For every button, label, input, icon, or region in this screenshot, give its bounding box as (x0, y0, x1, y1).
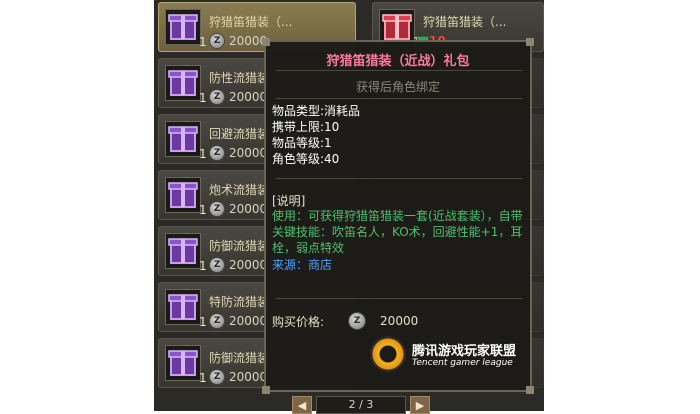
tooltip-title: 狩猎笛猎装（近战）礼包 (326, 54, 470, 69)
item-quantity: 1 (199, 35, 207, 49)
item-price: Z 20000 (209, 257, 267, 273)
char-level-label: 角色等级: (272, 152, 325, 166)
item-price: Z 20000 (209, 201, 267, 217)
logo-text-en: Tencent gamer league (412, 358, 513, 368)
item-price-value: 20000 (229, 258, 268, 272)
tooltip-attributes: 物品类型:消耗品 携带上限:10 物品等级:1 角色等级:40 (272, 103, 360, 167)
zenny-coin-icon: Z (209, 145, 225, 161)
gift-box-icon (165, 121, 201, 157)
logo-text-cn: 腾讯游戏玩家联盟 (412, 344, 517, 359)
tooltip-corner (262, 386, 270, 394)
buy-price: 购买价格: Z 20000 (272, 312, 418, 330)
tooltip-corner (262, 38, 270, 46)
gift-box-icon (165, 233, 201, 269)
item-price-value: 20000 (229, 202, 268, 216)
item-price-value: 20000 (229, 90, 268, 104)
zenny-coin-icon: Z (209, 257, 225, 273)
zenny-coin-icon: Z (209, 369, 225, 385)
item-price-value: 20000 (229, 146, 268, 160)
gift-box-icon (165, 65, 201, 101)
item-price: Z 20000 (209, 33, 267, 49)
item-quantity: 1 (199, 315, 207, 329)
item-quantity: 1 (199, 203, 207, 217)
item-price: Z 20000 (209, 369, 267, 385)
item-level-value: 1 (324, 136, 332, 150)
tooltip-corner (526, 386, 534, 394)
tooltip-bind-note: 获得后角色绑定 (355, 80, 440, 94)
item-quantity: 1 (199, 259, 207, 273)
item-price-value: 20000 (229, 370, 268, 384)
tencent-gamer-league-logo: 腾讯游戏玩家联盟 Tencent gamer league (370, 336, 530, 376)
gift-box-icon (165, 177, 201, 213)
char-level-value: 40 (324, 152, 340, 166)
zenny-coin-icon: Z (209, 313, 225, 329)
buy-price-label: 购买价格: (272, 314, 325, 329)
item-name: 狩猎笛猎装（... (423, 15, 507, 29)
item-quantity: 1 (199, 371, 207, 385)
limit-label: 携带上限: (272, 120, 325, 134)
divider (276, 98, 522, 99)
item-name: 炮术流猎装 (209, 183, 270, 197)
item-name: 特防流猎装 (209, 295, 270, 309)
item-name: 回避流猎装 (209, 127, 270, 141)
buy-price-value: 20000 (380, 314, 419, 328)
tooltip-corner (526, 38, 534, 46)
source-text: 来源：商店 (272, 258, 333, 272)
next-page-button[interactable]: ▶ (410, 396, 430, 414)
item-quantity: 1 (199, 91, 207, 105)
item-quantity: 1 (199, 147, 207, 161)
gift-box-icon (165, 345, 201, 381)
item-price: Z 20000 (209, 89, 267, 105)
item-name: 防御流猎装 (209, 351, 270, 365)
zenny-coin-icon: Z (348, 312, 367, 330)
zenny-coin-icon: Z (209, 89, 225, 105)
description-header: [说明] (272, 194, 306, 208)
divider (276, 70, 522, 71)
type-label: 物品类型: (272, 104, 325, 118)
type-value: 消耗品 (324, 104, 361, 118)
divider (276, 178, 522, 179)
prev-page-button[interactable]: ◀ (292, 396, 312, 414)
gift-box-icon (165, 289, 201, 325)
item-price: Z 20000 (209, 313, 267, 329)
divider (276, 298, 522, 299)
item-name: 狩猎笛猎装（... (209, 15, 293, 29)
logo-ring-icon (370, 336, 406, 372)
item-name: 防性流猎装 (209, 71, 270, 85)
item-level-label: 物品等级: (272, 136, 325, 150)
zenny-coin-icon: Z (209, 201, 225, 217)
zenny-coin-icon: Z (209, 33, 225, 49)
limit-value: 10 (324, 120, 340, 134)
item-name: 防御流猎装 (209, 239, 270, 253)
item-price: Z 20000 (209, 145, 267, 161)
page-indicator: 2 / 3 (316, 396, 406, 414)
item-tooltip: 狩猎笛猎装（近战）礼包 获得后角色绑定 物品类型:消耗品 携带上限:10 物品等… (262, 38, 534, 394)
description-text: 使用：可获得狩猎笛猎装一套(近战套装），自带关键技能：吹笛名人，KO术，回避性能… (272, 209, 523, 255)
gift-box-icon (165, 9, 201, 45)
item-price-value: 20000 (229, 314, 268, 328)
